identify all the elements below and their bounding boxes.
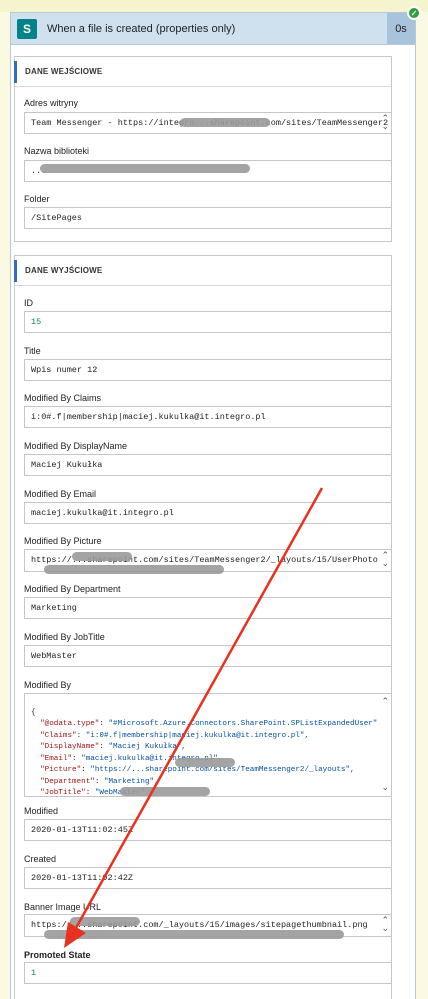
modified-by-email-value: maciej.kukulka@it.integro.pl xyxy=(31,508,174,518)
redaction xyxy=(44,930,344,939)
modified-by-displayname-value: Maciej Kukułka xyxy=(31,460,103,470)
folder-field[interactable]: /SitePages xyxy=(24,207,392,229)
json-key: "Claims" xyxy=(40,731,77,740)
json-value: "i:0#.f|membership|maciej.kukulka@it.int… xyxy=(85,731,310,740)
json-value: "Maciej Kukułka", xyxy=(108,743,186,751)
title-label: Title xyxy=(24,346,41,356)
id-field[interactable]: 15 xyxy=(24,311,392,333)
site-address-label: Adres witryny xyxy=(24,98,79,108)
modified-by-json-field[interactable]: { "@odata.type": "#Microsoft.Azure.Conne… xyxy=(24,693,392,797)
redaction xyxy=(40,164,250,173)
promoted-state-value: 1 xyxy=(31,968,37,978)
modified-by-claims-field[interactable]: i:0#.f|membership|maciej.kukulka@it.inte… xyxy=(24,406,392,428)
created-value: 2020-01-13T11:02:42Z xyxy=(31,873,134,883)
scroll-arrows-icon[interactable]: ⌃ ⌄ xyxy=(381,917,389,934)
folder-label: Folder xyxy=(24,194,50,204)
json-line: "Claims": "i:0#.f|membership|maciej.kuku… xyxy=(40,731,310,740)
json-key: "Picture" xyxy=(40,766,82,774)
modified-by-jobtitle-field[interactable]: WebMaster xyxy=(24,645,392,667)
json-line: "@odata.type": "#Microsoft.Azure.Connect… xyxy=(40,720,378,728)
title-field[interactable]: Wpis numer 12 xyxy=(24,359,392,381)
redaction xyxy=(44,565,224,574)
json-line: "DisplayName": "Maciej Kukułka", xyxy=(40,743,186,751)
modified-by-displayname-field[interactable]: Maciej Kukułka xyxy=(24,454,392,476)
modified-by-email-field[interactable]: maciej.kukulka@it.integro.pl xyxy=(24,502,392,524)
modified-by-department-value: Marketing xyxy=(31,603,77,613)
modified-field[interactable]: 2020-01-13T11:02:45Z xyxy=(24,819,392,841)
outputs-section-header[interactable]: DANE WYJŚCIOWE xyxy=(14,256,391,286)
json-line: { xyxy=(31,708,36,717)
modified-value: 2020-01-13T11:02:45Z xyxy=(31,825,134,835)
json-key: "Email" xyxy=(40,754,73,763)
json-value: "#Microsoft.Azure.Connectors.SharePoint.… xyxy=(108,720,378,728)
scroll-arrows-icon[interactable]: ⌃ ⌄ xyxy=(381,552,389,569)
scroll-down-icon[interactable]: ⌄ xyxy=(381,784,389,793)
redaction xyxy=(180,118,270,127)
scroll-up-icon[interactable]: ⌃ xyxy=(381,698,389,707)
modified-by-jobtitle-value: WebMaster xyxy=(31,651,77,661)
modified-label: Modified xyxy=(24,806,59,816)
promoted-state-label: Promoted State xyxy=(24,950,91,960)
json-key: "DisplayName" xyxy=(40,743,100,751)
inputs-section-title: DANE WEJŚCIOWE xyxy=(25,67,103,76)
redaction xyxy=(175,758,235,767)
created-label: Created xyxy=(24,854,57,864)
modified-by-displayname-label: Modified By DisplayName xyxy=(24,441,128,451)
json-key: "Department" xyxy=(40,777,95,786)
title-value: Wpis numer 12 xyxy=(31,365,98,375)
folder-value: /SitePages xyxy=(31,213,83,223)
scroll-arrows-icon[interactable]: ⌃ ⌄ xyxy=(381,115,389,132)
redaction xyxy=(120,787,210,796)
library-name-label: Nazwa biblioteki xyxy=(24,146,90,156)
sharepoint-icon: S xyxy=(17,18,37,39)
json-line: "Department": "Marketing", xyxy=(40,777,159,786)
modified-by-claims-label: Modified By Claims xyxy=(24,393,102,403)
json-key: "JobTitle" xyxy=(40,789,86,797)
action-title: When a file is created (properties only) xyxy=(47,22,236,35)
id-value: 15 xyxy=(31,317,42,327)
id-label: ID xyxy=(24,298,33,308)
success-check-icon: ✓ xyxy=(407,6,421,20)
json-value: "https://...sharepoint.com/sites/TeamMes… xyxy=(90,766,355,774)
json-key: "@odata.type" xyxy=(40,720,100,728)
redaction xyxy=(70,917,140,926)
modified-by-department-label: Modified By Department xyxy=(24,584,121,594)
modified-by-claims-value: i:0#.f|membership|maciej.kukulka@it.inte… xyxy=(31,412,266,422)
modified-by-jobtitle-label: Modified By JobTitle xyxy=(24,632,105,642)
modified-by-picture-label: Modified By Picture xyxy=(24,536,102,546)
inputs-section-header[interactable]: DANE WEJŚCIOWE xyxy=(14,57,391,87)
banner-image-url-label: Banner Image URL xyxy=(24,902,102,912)
created-field[interactable]: 2020-01-13T11:02:42Z xyxy=(24,867,392,889)
promoted-state-field[interactable]: 1 xyxy=(24,962,392,984)
modified-by-label: Modified By xyxy=(24,680,72,690)
modified-by-email-label: Modified By Email xyxy=(24,489,97,499)
top-strip xyxy=(0,0,428,12)
json-value: "Marketing", xyxy=(103,777,159,786)
outputs-section-title: DANE WYJŚCIOWE xyxy=(25,266,103,275)
action-header[interactable]: S When a file is created (properties onl… xyxy=(11,13,415,45)
redaction xyxy=(72,552,132,561)
modified-by-department-field[interactable]: Marketing xyxy=(24,597,392,619)
